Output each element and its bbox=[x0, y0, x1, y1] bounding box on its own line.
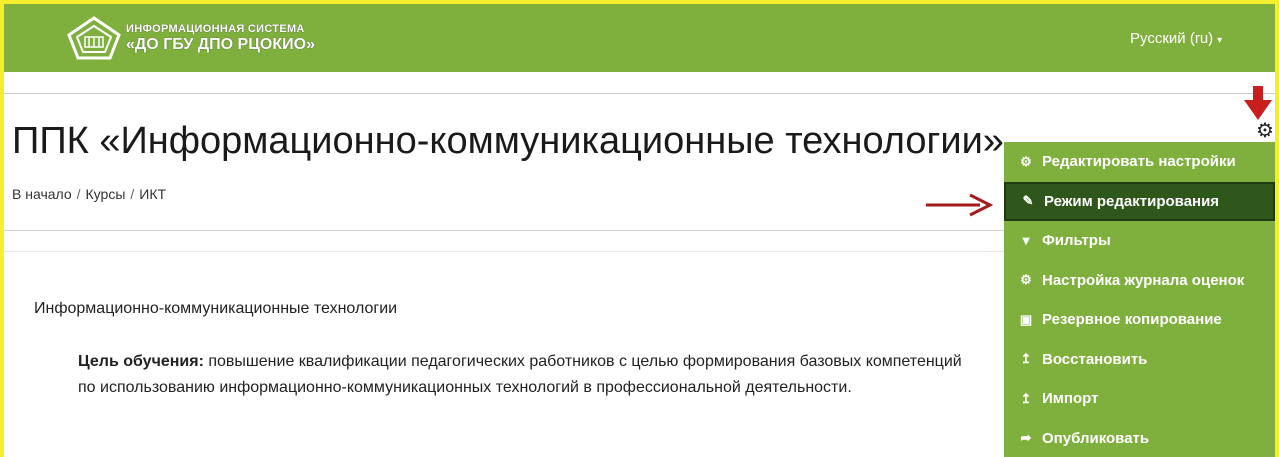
divider bbox=[4, 93, 1275, 94]
menu-item-label: Режим редактирования bbox=[1044, 192, 1220, 210]
annotation-arrow-down-icon bbox=[1244, 86, 1272, 120]
goal-label: Цель обучения: bbox=[78, 353, 204, 370]
menu-item-label: Настройка журнала оценок bbox=[1042, 271, 1245, 289]
goal-text: повышение квалификации педагогических ра… bbox=[78, 353, 962, 396]
section-title: Информационно-коммуникационные технологи… bbox=[34, 300, 398, 317]
breadcrumb-current[interactable]: ИКТ bbox=[139, 186, 166, 202]
page-title: ППК «Информационно-коммуникационные техн… bbox=[12, 120, 1004, 162]
pencil-icon: ✎ bbox=[1022, 193, 1034, 209]
menu-item-filters[interactable]: ▼ Фильтры bbox=[1004, 221, 1275, 261]
menu-item-gradebook-setup[interactable]: ⚙ Настройка журнала оценок bbox=[1004, 261, 1275, 301]
menu-item-label: Фильтры bbox=[1042, 232, 1111, 250]
menu-item-label: Опубликовать bbox=[1042, 429, 1150, 447]
menu-item-restore[interactable]: ↥ Восстановить bbox=[1004, 340, 1275, 380]
breadcrumb-courses[interactable]: Курсы bbox=[86, 186, 126, 202]
breadcrumb-separator: / bbox=[130, 186, 135, 202]
logo-line-2: «ДО ГБУ ДПО РЦОКИО» bbox=[126, 35, 315, 53]
language-label: Русский (ru) bbox=[1130, 30, 1214, 47]
menu-item-label: Импорт bbox=[1042, 390, 1099, 408]
menu-item-label: Резервное копирование bbox=[1042, 311, 1222, 329]
breadcrumb-separator: / bbox=[76, 186, 81, 202]
divider bbox=[4, 251, 1004, 252]
gear-icon: ⚙ bbox=[1020, 272, 1032, 288]
breadcrumb: В начало / Курсы / ИКТ bbox=[12, 186, 166, 202]
logo-line-1: ИНФОРМАЦИОННАЯ СИСТЕМА bbox=[126, 22, 305, 35]
menu-item-import[interactable]: ↥ Импорт bbox=[1004, 379, 1275, 419]
menu-item-label: Редактировать настройки bbox=[1042, 153, 1236, 171]
course-goal: Цель обучения: повышение квалификации пе… bbox=[78, 349, 968, 401]
filter-icon: ▼ bbox=[1019, 233, 1033, 249]
breadcrumb-home[interactable]: В начало bbox=[12, 186, 72, 202]
menu-item-publish[interactable]: ➦ Опубликовать bbox=[1004, 419, 1275, 457]
site-logo[interactable]: ИНФОРМАЦИОННАЯ СИСТЕМА «ДО ГБУ ДПО РЦОКИ… bbox=[66, 12, 386, 64]
upload-icon: ↥ bbox=[1020, 390, 1032, 406]
top-navbar: ИНФОРМАЦИОННАЯ СИСТЕМА «ДО ГБУ ДПО РЦОКИ… bbox=[4, 4, 1275, 72]
menu-item-edit-mode[interactable]: ✎ Режим редактирования bbox=[1004, 181, 1275, 221]
share-icon: ➦ bbox=[1020, 430, 1032, 446]
menu-item-edit-settings[interactable]: ⚙ Редактировать настройки bbox=[1004, 142, 1275, 182]
divider bbox=[4, 230, 1004, 231]
gear-icon[interactable]: ⚙ bbox=[1256, 118, 1274, 143]
gear-icon: ⚙ bbox=[1020, 153, 1032, 169]
menu-item-backup[interactable]: ▣ Резервное копирование bbox=[1004, 300, 1275, 340]
chevron-down-icon: ▾ bbox=[1217, 35, 1223, 46]
backup-icon: ▣ bbox=[1019, 311, 1033, 327]
language-selector[interactable]: Русский (ru) ▾ bbox=[1130, 30, 1222, 47]
annotation-arrow-right-icon bbox=[926, 193, 994, 217]
upload-icon: ↥ bbox=[1020, 351, 1032, 367]
logo-text: ИНФОРМАЦИОННАЯ СИСТЕМА «ДО ГБУ ДПО РЦОКИ… bbox=[126, 23, 315, 54]
menu-item-label: Восстановить bbox=[1042, 350, 1148, 368]
logo-emblem-icon bbox=[67, 16, 121, 60]
settings-dropdown-menu: ⚙ Редактировать настройки ✎ Режим редактир… bbox=[1004, 142, 1275, 457]
